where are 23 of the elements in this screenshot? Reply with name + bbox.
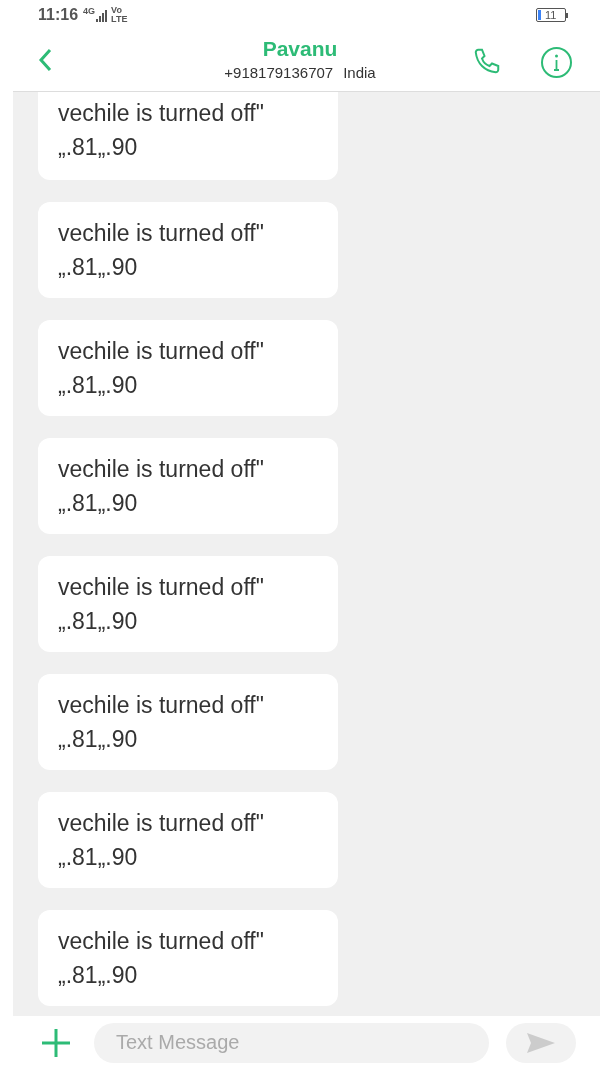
add-icon[interactable]	[40, 1026, 72, 1059]
message-bubble: vechile is turned off" „.81„.90	[38, 202, 338, 298]
phone-icon[interactable]	[472, 46, 502, 76]
battery-icon: 11	[536, 8, 568, 22]
message-bubble: vechile is turned off" „.81„.90	[38, 910, 338, 1006]
message-bubble: vechile is turned off" „.81„.90	[38, 92, 338, 180]
info-icon[interactable]	[540, 46, 573, 79]
message-bubble: vechile is turned off" „.81„.90	[38, 438, 338, 534]
message-input[interactable]: Text Message	[94, 1022, 489, 1063]
signal-icon	[96, 10, 109, 22]
message-bubble: vechile is turned off" „.81„.90	[38, 556, 338, 652]
message-bubble: vechile is turned off" „.81„.90	[38, 320, 338, 416]
message-bubble: vechile is turned off" „.81„.90	[38, 792, 338, 888]
send-icon	[527, 1032, 555, 1053]
network-type: 4G	[83, 5, 96, 18]
contact-name: Pavanu	[262, 36, 338, 63]
send-button[interactable]	[506, 1022, 576, 1063]
back-icon[interactable]	[38, 48, 52, 72]
status-time: 11:16	[38, 5, 79, 25]
contact-country: India	[343, 63, 376, 84]
contact-number: +918179136707	[224, 63, 334, 84]
message-bubble: vechile is turned off" „.81„.90	[38, 674, 338, 770]
volte-label: Vo LTE	[111, 6, 129, 24]
